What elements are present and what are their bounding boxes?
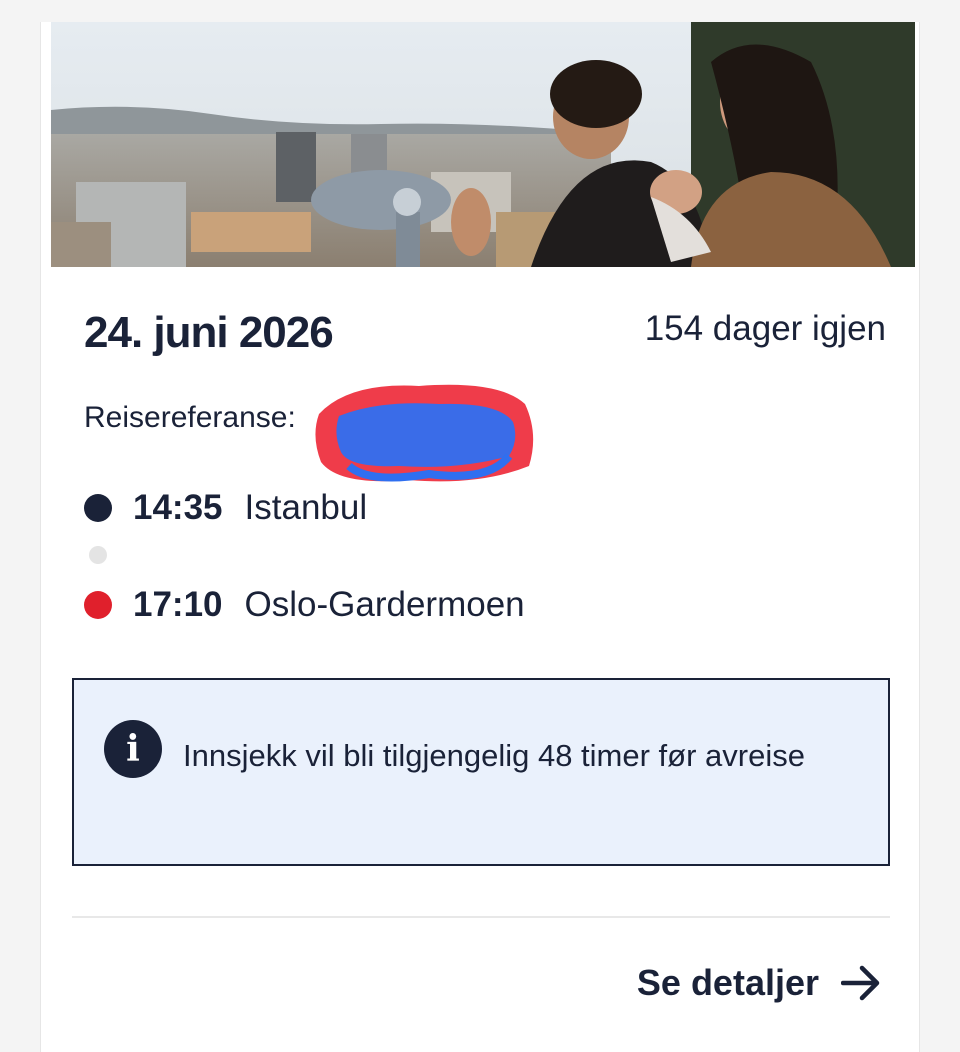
departure-time: 14:35: [133, 488, 223, 527]
redacted-reference-value: [315, 384, 534, 482]
days-left-text: 154 dager igjen: [644, 309, 886, 348]
departure-row: 14:35 Istanbul: [84, 488, 367, 528]
departure-place: Istanbul: [244, 488, 368, 527]
route-connector-dot: [89, 546, 107, 564]
divider: [72, 916, 890, 918]
checkin-notice: i Innsjekk vil bli tilgjengelig 48 timer…: [72, 678, 890, 866]
arrival-time: 17:10: [133, 585, 223, 624]
arrival-place: Oslo-Gardermoen: [244, 585, 525, 624]
hero-image: [51, 22, 915, 267]
info-icon: i: [104, 720, 162, 778]
arrival-dot: [84, 591, 112, 619]
departure-dot: [84, 494, 112, 522]
trip-card: 24. juni 2026 154 dager igjen Reiserefer…: [40, 22, 920, 1052]
checkin-notice-text: Innsjekk vil bli tilgjengelig 48 timer f…: [183, 738, 805, 773]
see-details-link[interactable]: Se detaljer: [637, 962, 881, 1004]
hero-photo: [51, 22, 915, 267]
trip-date: 24. juni 2026: [84, 308, 334, 357]
see-details-label: Se detaljer: [636, 962, 819, 1003]
reference-label: Reisereferanse:: [84, 401, 296, 434]
arrival-row: 17:10 Oslo-Gardermoen: [84, 585, 525, 625]
arrow-right-icon: [841, 965, 880, 1001]
